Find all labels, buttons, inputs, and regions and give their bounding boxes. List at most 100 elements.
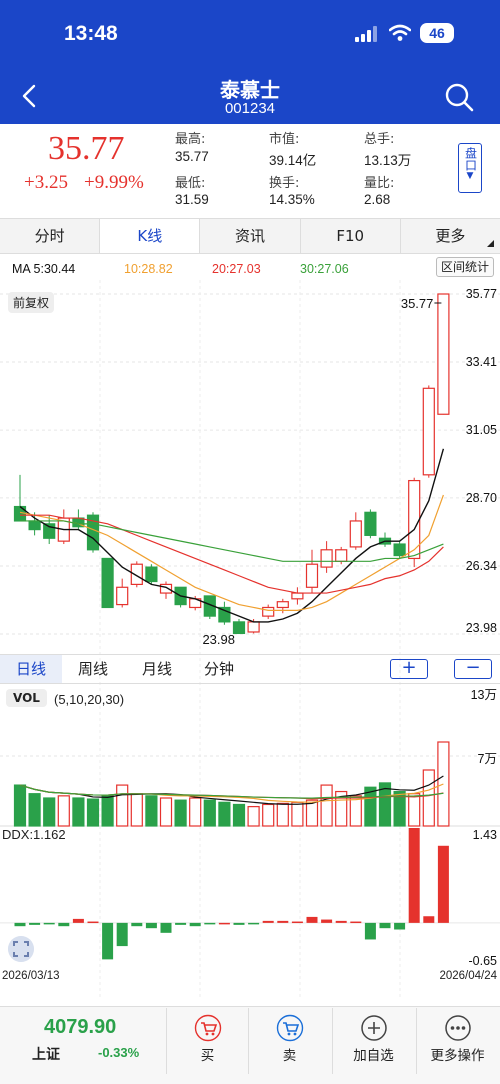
zoom-in-button[interactable]: +	[390, 659, 428, 679]
adjust-mode-chip[interactable]: 前复权	[8, 292, 55, 313]
stat-value-mktcap: 39.14亿	[269, 153, 317, 168]
date-end: 2026/04/24	[439, 970, 497, 982]
volume-indicator-chip[interactable]: VOL	[6, 689, 47, 707]
candle-down	[364, 511, 377, 536]
index-change: -0.33%	[98, 1045, 140, 1060]
app-root: 13:48 46 泰慕士 001234 35.77 +3.25 +9.99% 最…	[0, 0, 500, 1084]
ddx-axis-top: 1.43	[472, 828, 497, 842]
volume-bar-up	[159, 797, 173, 827]
ddx-bar-negative	[43, 922, 55, 925]
period-daily[interactable]: 日线	[0, 655, 62, 683]
period-weekly[interactable]: 周线	[62, 655, 124, 683]
add-watchlist-button[interactable]: 加自选	[332, 1008, 414, 1074]
candle-down	[101, 557, 114, 609]
volume-axis-mid: 7万	[477, 752, 497, 766]
candle-up	[130, 563, 143, 585]
range-stats-button[interactable]: 区间统计	[436, 257, 494, 277]
price-change: +3.25	[24, 172, 68, 193]
sell-cart-icon	[276, 1014, 303, 1042]
price-tick-label: 26.34	[466, 559, 497, 573]
volume-bar-up	[57, 795, 70, 827]
volume-bar-up	[422, 769, 435, 827]
ddx-bar-negative	[379, 922, 391, 929]
sell-button[interactable]: 卖	[248, 1008, 330, 1074]
price-tick-label: 23.98	[466, 621, 497, 635]
ma5-line	[19, 448, 445, 623]
index-name[interactable]: 上证	[32, 1044, 60, 1064]
stat-value-high: 35.77	[175, 149, 209, 164]
buy-button[interactable]: 买	[166, 1008, 248, 1074]
volume-bar-down	[232, 803, 246, 827]
volume-bar-down	[203, 799, 216, 827]
period-bar: 日线 周线 月线 分钟 + −	[0, 654, 500, 684]
fullscreen-icon[interactable]	[8, 936, 34, 962]
zoom-out-button[interactable]: −	[454, 659, 492, 679]
plus-circle-icon	[360, 1015, 387, 1041]
volume-bar-down	[101, 795, 114, 827]
ddx-bar-negative	[175, 922, 187, 925]
ddx-bar-positive	[335, 920, 347, 923]
candle-up	[276, 601, 289, 609]
volume-bar-up	[189, 797, 202, 827]
pankou-label: 盘口	[463, 147, 478, 171]
ddx-bar-negative	[102, 922, 114, 960]
status-time: 13:48	[64, 22, 118, 45]
ddx-axis-bottom: -0.65	[468, 954, 498, 968]
candle-down	[145, 566, 158, 583]
ddx-bar-negative	[233, 922, 245, 925]
buy-cart-icon	[194, 1014, 221, 1042]
price-tick-label: 31.05	[466, 423, 497, 437]
candle-up	[247, 621, 260, 633]
stat-value-low: 31.59	[175, 192, 209, 207]
tab-news[interactable]: 资讯	[200, 219, 301, 253]
volume-bar-up	[291, 801, 304, 827]
price-tick-label: 28.70	[466, 491, 497, 505]
pankou-button[interactable]: 盘口 ▼	[458, 143, 482, 193]
period-minute[interactable]: 分钟	[188, 655, 250, 683]
ddx-bar-positive	[437, 845, 449, 923]
candle-up	[159, 583, 173, 594]
volume-bar-up	[247, 806, 260, 827]
ddx-bar-negative	[204, 922, 216, 925]
tab-kline[interactable]: K线	[100, 219, 201, 253]
candle-down	[28, 520, 41, 531]
date-start: 2026/03/13	[2, 970, 60, 982]
tab-more-label: 更多	[435, 227, 466, 245]
tab-timeshare[interactable]: 分时	[0, 219, 101, 253]
volume-bar-down	[174, 799, 187, 827]
ddx-bar-negative	[58, 922, 70, 927]
ddx-bar-negative	[145, 922, 157, 929]
buy-label: 买	[200, 1048, 215, 1064]
stat-label-low: 最低:	[175, 176, 206, 191]
tab-more[interactable]: 更多	[401, 219, 500, 253]
current-price: 35.77	[48, 130, 125, 167]
stock-code: 001234	[224, 100, 276, 117]
candle-up	[305, 563, 319, 588]
volume-bar-down	[43, 797, 56, 827]
more-actions-label: 更多操作	[430, 1048, 485, 1064]
stat-value-turnover: 14.35%	[269, 192, 315, 207]
detail-tabs: 分时 K线 资讯 F10 更多	[0, 218, 500, 254]
candle-up	[335, 549, 348, 562]
ddx-bar-positive	[306, 916, 318, 923]
stat-label-high: 最高:	[175, 132, 206, 147]
search-icon[interactable]	[444, 82, 474, 112]
ddx-bar-negative	[160, 922, 172, 933]
tab-f10[interactable]: F10	[301, 219, 401, 253]
kline-chart[interactable]: 35.77 33.41 31.05 28.70 26.34 23.98 35.77 23.98	[0, 280, 500, 1005]
more-actions-button[interactable]: 更多操作	[416, 1008, 498, 1074]
ma30-value: 30:27.06	[300, 262, 349, 276]
index-value[interactable]: 4079.90	[44, 1016, 116, 1039]
volume-bar-up	[130, 793, 143, 827]
ddx-bar-negative	[116, 922, 128, 947]
ddx-bar-positive	[277, 920, 289, 923]
ma10-line	[19, 494, 444, 611]
volume-bar-up	[116, 784, 129, 827]
period-monthly[interactable]: 月线	[126, 655, 188, 683]
ddx-bar-positive	[423, 916, 435, 923]
ma10-value: 10:28.82	[124, 262, 173, 276]
ma20-value: 20:27.03	[212, 262, 261, 276]
ddx-bar-negative	[189, 922, 201, 927]
stat-value-total-volume: 13.13万	[364, 153, 412, 168]
signal-icon	[355, 26, 379, 42]
